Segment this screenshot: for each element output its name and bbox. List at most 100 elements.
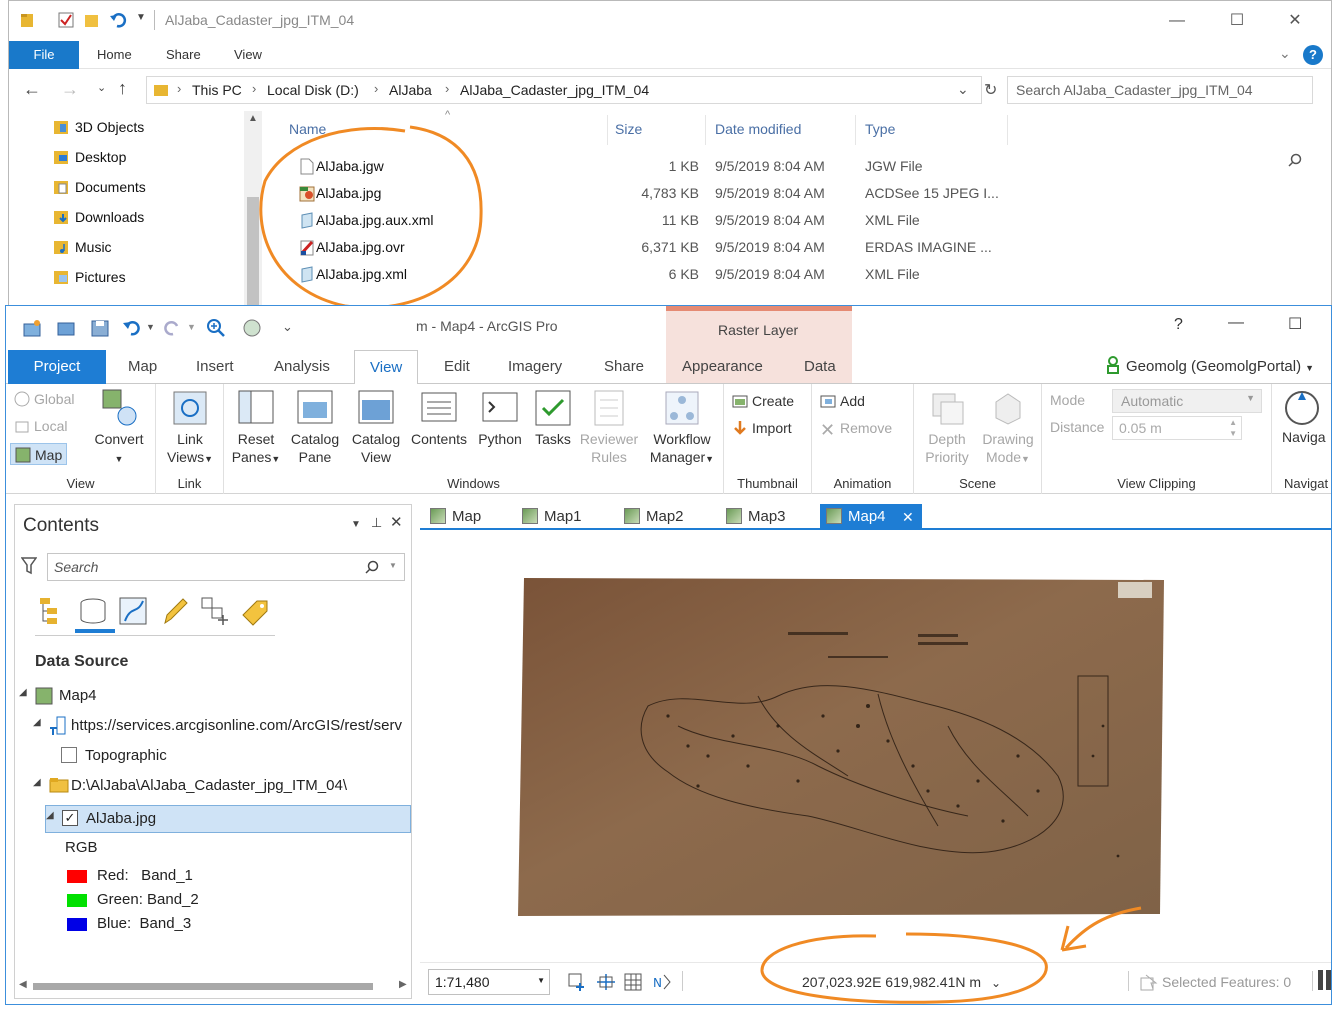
forward-arrow-icon[interactable]: → bbox=[61, 79, 79, 100]
tab-imagery[interactable]: Imagery bbox=[508, 350, 562, 384]
close-tab-icon[interactable]: ✕ bbox=[902, 504, 914, 530]
coordinates-readout[interactable]: 207,023.92E 619,982.41N m ⌄ bbox=[802, 974, 1001, 990]
tab-data[interactable]: Data bbox=[804, 350, 836, 384]
spinner-icon[interactable]: ▲ ▼ bbox=[1229, 417, 1237, 439]
scroll-right-icon[interactable]: ▶ bbox=[399, 979, 407, 990]
contents-search-input[interactable]: Search bbox=[47, 553, 405, 581]
filter-icon[interactable] bbox=[21, 557, 37, 575]
qa-dropdown-icon[interactable]: ▼ bbox=[136, 12, 146, 23]
workflow-manager-button[interactable]: Workflow Manager▼ bbox=[644, 388, 720, 468]
tasks-button[interactable]: Tasks bbox=[530, 388, 576, 448]
maximize-button[interactable]: ☐ bbox=[1222, 9, 1252, 33]
up-arrow-icon[interactable]: ↑ bbox=[118, 78, 127, 99]
pin-icon[interactable]: ⊥ bbox=[371, 515, 382, 531]
globe-icon[interactable] bbox=[242, 318, 262, 338]
share-tab[interactable]: Share bbox=[166, 41, 201, 69]
list-by-data-source-icon[interactable] bbox=[77, 595, 109, 627]
import-thumbnail-button[interactable]: Import bbox=[732, 417, 792, 439]
create-thumbnail-button[interactable]: Create bbox=[732, 390, 794, 412]
column-header-type[interactable]: Type bbox=[865, 121, 895, 137]
properties-icon[interactable] bbox=[57, 11, 75, 29]
map-button[interactable]: Map bbox=[10, 443, 68, 465]
pane-menu-icon[interactable]: ▼ bbox=[351, 519, 361, 530]
python-button[interactable]: Python bbox=[474, 388, 526, 448]
tree-item-service[interactable]: ◢ https://services.arcgisonline.com/ArcG… bbox=[33, 715, 413, 741]
column-header-name[interactable]: Name bbox=[289, 121, 326, 137]
depth-priority-button[interactable]: Depth Priority bbox=[918, 388, 976, 466]
add-animation-button[interactable]: Add bbox=[820, 390, 865, 412]
map-tab-map4[interactable]: Map4 ✕ bbox=[820, 504, 922, 530]
contents-button[interactable]: Contents bbox=[410, 388, 468, 448]
reviewer-rules-button[interactable]: Reviewer Rules bbox=[578, 388, 640, 466]
file-row[interactable]: AlJaba.jpg.ovr 6,371 KB 9/5/2019 8:04 AM… bbox=[269, 234, 1029, 261]
link-views-button[interactable]: Link Views▼ bbox=[162, 388, 218, 468]
collapse-triangle-icon[interactable]: ◢ bbox=[33, 777, 41, 788]
undo-icon[interactable] bbox=[109, 11, 127, 29]
catalog-view-button[interactable]: Catalog View bbox=[348, 388, 404, 466]
tab-analysis[interactable]: Analysis bbox=[274, 350, 330, 384]
view-tab[interactable]: View bbox=[234, 41, 262, 69]
collapse-triangle-icon[interactable]: ◢ bbox=[19, 687, 27, 698]
scrollbar-thumb[interactable] bbox=[33, 983, 373, 990]
visibility-checkbox-checked[interactable]: ✓ bbox=[62, 810, 78, 826]
home-tab[interactable]: Home bbox=[97, 41, 132, 69]
remove-animation-button[interactable]: ✕ Remove bbox=[820, 417, 892, 439]
help-icon[interactable]: ? bbox=[1303, 45, 1323, 65]
breadcrumb-local-disk[interactable]: Local Disk (D:) bbox=[267, 82, 359, 98]
global-button[interactable]: Global bbox=[14, 388, 74, 410]
tab-map[interactable]: Map bbox=[128, 350, 157, 384]
file-row[interactable]: AlJaba.jpg.aux.xml 11 KB 9/5/2019 8:04 A… bbox=[269, 207, 1029, 234]
collapse-triangle-icon[interactable]: ◢ bbox=[46, 810, 54, 821]
minimize-button[interactable]: — bbox=[1228, 314, 1244, 332]
new-project-icon[interactable] bbox=[22, 318, 42, 338]
chevron-down-icon[interactable]: ⌄ bbox=[1279, 45, 1291, 62]
breadcrumb-this-pc[interactable]: This PC bbox=[192, 82, 242, 98]
customize-toolbar-icon[interactable]: ⌄ bbox=[282, 319, 293, 335]
scrollbar-thumb[interactable] bbox=[247, 197, 259, 307]
tab-view[interactable]: View bbox=[354, 350, 419, 385]
tab-edit[interactable]: Edit bbox=[444, 350, 470, 384]
list-by-selection-icon[interactable] bbox=[117, 595, 149, 627]
drawing-mode-button[interactable]: Drawing Mode▼ bbox=[978, 388, 1038, 468]
list-by-snapping-icon[interactable] bbox=[199, 595, 231, 627]
list-by-labeling-icon[interactable] bbox=[239, 595, 271, 627]
redo-icon[interactable] bbox=[162, 318, 182, 338]
file-row[interactable]: AlJaba.jgw 1 KB 9/5/2019 8:04 AM JGW Fil… bbox=[269, 153, 1029, 180]
breadcrumb-aljaba[interactable]: AlJaba bbox=[389, 82, 432, 98]
reset-panes-button[interactable]: Reset Panes▼ bbox=[230, 388, 282, 468]
pause-drawing-icon[interactable] bbox=[1318, 970, 1323, 990]
visibility-checkbox[interactable] bbox=[61, 747, 77, 763]
map-tab-map1[interactable]: Map1 bbox=[516, 504, 612, 530]
mode-dropdown[interactable]: Automatic ▼ bbox=[1112, 389, 1262, 413]
tab-insert[interactable]: Insert bbox=[196, 350, 234, 384]
column-header-size[interactable]: Size bbox=[615, 121, 642, 137]
map-view[interactable] bbox=[420, 532, 1331, 962]
chevron-down-icon[interactable]: ⌄ bbox=[991, 976, 1001, 990]
undo-icon[interactable] bbox=[122, 318, 142, 338]
list-by-drawing-order-icon[interactable] bbox=[37, 595, 69, 627]
close-button[interactable]: ✕ bbox=[1280, 9, 1310, 33]
distance-input[interactable]: 0.05 m ▲ ▼ bbox=[1112, 416, 1242, 440]
explorer-search-input[interactable]: Search AlJaba_Cadaster_jpg_ITM_04 bbox=[1007, 76, 1313, 104]
maximize-button[interactable]: ☐ bbox=[1288, 314, 1302, 334]
back-arrow-icon[interactable]: ← bbox=[23, 79, 41, 100]
navigator-button[interactable]: Naviga bbox=[1282, 388, 1332, 446]
map-tab-map3[interactable]: Map3 bbox=[720, 504, 816, 530]
close-pane-icon[interactable]: ✕ bbox=[390, 513, 403, 531]
collapse-triangle-icon[interactable]: ◢ bbox=[33, 717, 41, 728]
zoom-in-icon[interactable] bbox=[206, 318, 226, 338]
pause-drawing-icon[interactable] bbox=[1326, 970, 1331, 990]
map-tab-map[interactable]: Map bbox=[424, 504, 510, 530]
fixed-scale-icon[interactable] bbox=[568, 973, 586, 991]
breadcrumb-folder[interactable]: AlJaba_Cadaster_jpg_ITM_04 bbox=[460, 82, 649, 98]
scroll-up-icon[interactable]: ▲ bbox=[248, 113, 258, 124]
tab-project[interactable]: Project bbox=[8, 350, 106, 384]
chevron-down-icon[interactable]: ⌄ bbox=[957, 81, 969, 98]
tree-item-layer-selected[interactable]: ◢ ✓ AlJaba.jpg bbox=[45, 805, 411, 833]
catalog-pane-button[interactable]: Catalog Pane bbox=[288, 388, 342, 466]
file-row[interactable]: AlJaba.jpg 4,783 KB 9/5/2019 8:04 AM ACD… bbox=[269, 180, 1029, 207]
open-project-icon[interactable] bbox=[56, 318, 76, 338]
horizontal-scrollbar[interactable]: ◀ ▶ bbox=[19, 979, 409, 993]
user-account[interactable]: Geomolg (GeomolgPortal) ▼ bbox=[1106, 356, 1314, 375]
list-by-editing-icon[interactable] bbox=[159, 595, 191, 627]
